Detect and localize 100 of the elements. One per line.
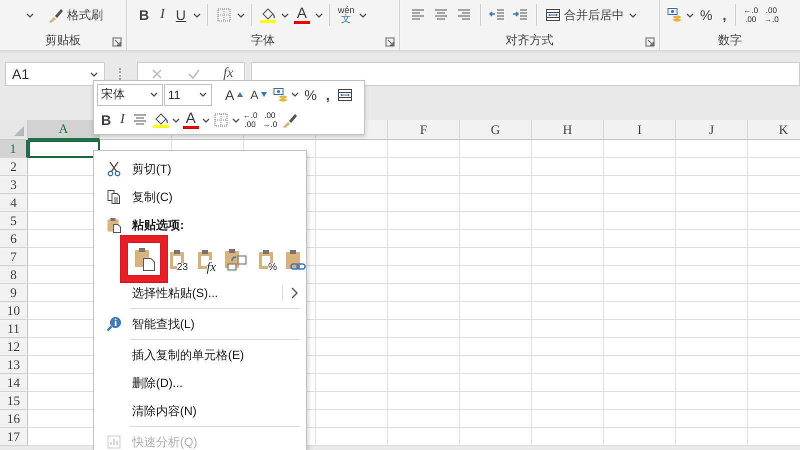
grid-cell[interactable] [388,428,460,446]
decimal-button[interactable]: ←.0 .00 [741,4,760,26]
name-box[interactable]: A1 [5,62,105,86]
row-header[interactable]: 3 [0,176,28,194]
grid-cell[interactable] [532,356,604,374]
grid-cell[interactable] [676,428,748,446]
row-header[interactable]: 17 [0,428,28,446]
grow-font-button[interactable]: A [221,84,248,106]
grid-cell[interactable] [316,392,388,410]
grid-cell[interactable] [460,410,532,428]
menu-item[interactable]: 复制(C) [94,183,306,211]
grid-cell[interactable] [388,176,460,194]
grid-cell[interactable] [316,428,388,446]
grid-cell[interactable] [532,176,604,194]
grid-cell[interactable] [532,428,604,446]
grid-cell[interactable] [388,356,460,374]
grid-cell[interactable] [604,248,676,266]
decimal-button[interactable]: ←.0 .00 [240,109,260,132]
decimal-button[interactable]: .00 →.0 [260,109,280,132]
format-painter-button[interactable]: 格式刷 [46,4,105,26]
grid-cell[interactable] [532,338,604,356]
grid-cell[interactable] [460,212,532,230]
column-header[interactable]: K [748,120,800,140]
grid-cell[interactable] [676,158,748,176]
grid-cell[interactable] [460,140,532,158]
grid-cell[interactable] [388,140,460,158]
grid-cell[interactable] [604,158,676,176]
grid-cell[interactable] [316,140,388,158]
column-header[interactable]: A [28,120,100,140]
grid-cell[interactable] [388,194,460,212]
column-header[interactable]: H [532,120,604,140]
grid-cell[interactable] [316,194,388,212]
grid-cell[interactable] [604,428,676,446]
grid-cell[interactable] [604,374,676,392]
grid-cell[interactable] [316,176,388,194]
grid-cell[interactable] [676,140,748,158]
grid-cell[interactable] [676,392,748,410]
grid-cell[interactable] [532,410,604,428]
bold-button[interactable]: B [135,4,154,26]
grid-cell[interactable] [460,392,532,410]
font-color-button[interactable]: A [292,4,312,26]
font-combo-field[interactable]: 宋体 [97,84,163,106]
row-header[interactable]: 1 [0,140,28,158]
grid-cell[interactable] [316,284,388,302]
grid-cell[interactable] [460,374,532,392]
grid-cell[interactable] [388,266,460,284]
row-header[interactable]: 16 [0,410,28,428]
row-header[interactable]: 8 [0,266,28,284]
paste-option-button[interactable]: fx [196,245,214,273]
italic-button[interactable]: I [156,4,169,26]
grid-cell[interactable] [532,374,604,392]
grid-cell[interactable] [388,158,460,176]
grid-cell[interactable] [388,212,460,230]
grid-cell[interactable] [676,410,748,428]
grid-cell[interactable] [532,284,604,302]
grid-cell[interactable] [604,176,676,194]
comma-button[interactable]: , [322,84,334,106]
grid-cell[interactable] [532,140,604,158]
grid-cell[interactable] [676,374,748,392]
menu-item[interactable]: 选择性粘贴(S)... [94,279,306,307]
grid-cell[interactable] [316,302,388,320]
grid-cell[interactable] [460,248,532,266]
grid-cell[interactable] [676,230,748,248]
grid-cell[interactable] [532,392,604,410]
column-header[interactable]: I [604,120,676,140]
grid-cell[interactable] [460,338,532,356]
select-all-corner[interactable] [0,120,28,140]
grid-cell[interactable] [460,428,532,446]
row-header[interactable]: 6 [0,230,28,248]
grid-cell[interactable] [532,230,604,248]
insert-function-button[interactable]: fx [223,66,234,82]
row-header[interactable]: 15 [0,392,28,410]
grid-cell[interactable] [604,284,676,302]
row-header[interactable]: 5 [0,212,28,230]
grid-cell[interactable] [676,176,748,194]
menu-item[interactable]: 剪切(T) [94,155,306,183]
grid-cell[interactable] [460,302,532,320]
merge-center-button[interactable]: 合并后居中 [543,4,626,26]
grid-cell[interactable] [316,248,388,266]
grid-cell[interactable] [460,356,532,374]
grid-cell[interactable] [604,212,676,230]
row-header[interactable]: 11 [0,320,28,338]
grid-cell[interactable] [388,230,460,248]
menu-item[interactable]: 清除内容(N) [94,397,306,425]
phonetic-button[interactable]: wén 文 [336,4,356,26]
grid-cell[interactable] [460,158,532,176]
grid-cell[interactable] [316,230,388,248]
row-header[interactable]: 10 [0,302,28,320]
menu-item[interactable]: 删除(D)... [94,369,306,397]
grid-cell[interactable] [604,410,676,428]
grid-cell[interactable] [676,248,748,266]
bold-button[interactable]: B [97,109,116,132]
row-header[interactable]: 13 [0,356,28,374]
shrink-font-button[interactable]: A [248,84,270,106]
grid-cell[interactable] [388,374,460,392]
grid-cell[interactable] [316,158,388,176]
grid-cell[interactable] [316,320,388,338]
grid-cell[interactable] [532,212,604,230]
menu-item[interactable]: 智能查找(L) [94,310,306,338]
grid-cell[interactable] [316,212,388,230]
